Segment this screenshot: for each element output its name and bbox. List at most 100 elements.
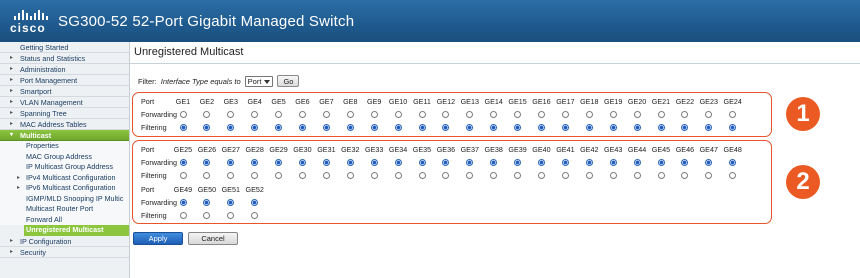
filtering-radio[interactable]	[585, 124, 593, 131]
port-name: GE14	[484, 97, 503, 106]
port-name: GE51	[221, 185, 240, 194]
forwarding-radio[interactable]	[633, 159, 641, 166]
filtering-radio[interactable]	[394, 124, 402, 131]
forwarding-radio[interactable]	[346, 111, 354, 118]
forwarding-radio[interactable]	[418, 159, 426, 166]
sidebar-item-label: MAC Group Address	[26, 151, 92, 161]
filtering-radio[interactable]	[394, 172, 402, 179]
forwarding-radio[interactable]	[609, 159, 617, 166]
forwarding-radio[interactable]	[370, 159, 378, 166]
sidebar-item-label: Forward All	[26, 214, 62, 224]
interface-type-select[interactable]: Port	[244, 75, 274, 87]
sidebar-item[interactable]: IGMP/MLD Snooping IP Multic	[0, 193, 129, 204]
forwarding-radio[interactable]	[346, 159, 354, 166]
sidebar-item[interactable]: Multicast Router Port	[0, 204, 129, 215]
apply-button[interactable]: Apply	[133, 232, 183, 245]
forwarding-radio[interactable]	[538, 111, 545, 118]
filtering-radio[interactable]	[179, 172, 187, 179]
triangle-right-icon: ▸	[10, 121, 14, 127]
filtering-radio[interactable]	[346, 172, 354, 179]
forwarding-radio[interactable]	[561, 159, 569, 166]
forwarding-radio[interactable]	[609, 111, 617, 118]
filtering-radio[interactable]	[538, 124, 545, 131]
filtering-radio[interactable]	[609, 172, 617, 179]
sidebar-item[interactable]: ▸ IP Configuration	[0, 235, 129, 247]
forwarding-radio[interactable]	[299, 159, 306, 166]
port-name: GE50	[197, 185, 217, 194]
sidebar-item-label: IP Multicast Group Address	[26, 162, 113, 171]
forwarding-radio[interactable]	[179, 159, 187, 166]
forwarding-radio[interactable]	[418, 111, 426, 118]
filtering-radio[interactable]	[561, 172, 569, 179]
forwarding-radio[interactable]	[322, 111, 330, 118]
sidebar-item[interactable]: ▸ Administration	[0, 64, 129, 75]
port-name: GE38	[484, 145, 503, 154]
filtering-radio[interactable]	[538, 172, 545, 179]
sidebar-item[interactable]: ▸ Security	[0, 246, 129, 258]
triangle-down-icon: ▾	[10, 132, 14, 138]
sidebar-item[interactable]: MAC Group Address	[0, 151, 129, 162]
sidebar-item[interactable]: ▸ VLAN Management	[0, 97, 129, 108]
forwarding-radio[interactable]	[538, 159, 545, 166]
sidebar-item-label: Port Management	[20, 76, 78, 85]
filtering-radio[interactable]	[179, 212, 187, 219]
filtering-radio[interactable]	[179, 124, 187, 131]
sidebar-item[interactable]: ▸ Port Management	[0, 75, 129, 86]
port-name: GE42	[580, 145, 599, 154]
port-name: GE22	[675, 97, 695, 106]
sidebar-item[interactable]: ▸ IPv4 Multicast Configuration	[0, 172, 129, 183]
forwarding-radio[interactable]	[657, 111, 665, 118]
triangle-right-icon: ▸	[10, 88, 14, 94]
triangle-right-icon: ▸	[10, 99, 14, 105]
sidebar-item[interactable]: ▾ Multicast	[0, 130, 129, 141]
go-button[interactable]: Go	[277, 75, 300, 87]
filtering-radio[interactable]	[299, 124, 306, 131]
filtering-radio[interactable]	[609, 124, 617, 131]
filtering-radio[interactable]	[633, 124, 641, 131]
filtering-radio[interactable]	[585, 172, 593, 179]
forwarding-radio[interactable]	[394, 159, 402, 166]
forwarding-radio[interactable]	[585, 111, 593, 118]
filtering-radio[interactable]	[370, 172, 378, 179]
filtering-radio[interactable]	[657, 124, 665, 131]
sidebar-item[interactable]: Unregistered Multicast	[24, 225, 129, 236]
forwarding-radio[interactable]	[394, 111, 402, 118]
cisco-logo: cisco	[10, 8, 52, 36]
forwarding-radio[interactable]	[179, 111, 187, 118]
filtering-radio[interactable]	[322, 172, 330, 179]
filtering-radio[interactable]	[418, 124, 426, 131]
sidebar-item[interactable]: ▸ Smartport	[0, 86, 129, 97]
triangle-right-icon: ▸	[10, 55, 14, 61]
filtering-radio[interactable]	[346, 124, 354, 131]
cancel-button[interactable]: Cancel	[188, 232, 238, 245]
sidebar-item[interactable]: ▸ Status and Statistics	[0, 53, 129, 64]
filtering-radio[interactable]	[561, 124, 569, 131]
port-name: GE20	[627, 97, 647, 106]
sidebar-item[interactable]: IP Multicast Group Address	[0, 162, 129, 173]
filtering-radio[interactable]	[299, 172, 306, 179]
sidebar-item-label: Properties	[26, 141, 59, 150]
forwarding-radio[interactable]	[561, 111, 569, 118]
sidebar-item[interactable]: Forward All	[0, 214, 129, 225]
port-name: GE32	[341, 145, 360, 154]
sidebar-item[interactable]: ▸ IPv6 Multicast Configuration	[0, 183, 129, 194]
forwarding-radio[interactable]	[633, 111, 641, 118]
filtering-radio[interactable]	[418, 172, 426, 179]
forwarding-radio[interactable]	[179, 199, 187, 206]
sidebar-item-label: Multicast	[20, 131, 52, 140]
forwarding-radio[interactable]	[370, 111, 378, 118]
port-name: GE6	[295, 97, 310, 106]
sidebar-item[interactable]: Properties	[0, 141, 129, 152]
forwarding-radio[interactable]	[657, 159, 665, 166]
forwarding-radio[interactable]	[322, 159, 330, 166]
filtering-radio[interactable]	[657, 172, 665, 179]
app-header: cisco SG300-52 52-Port Gigabit Managed S…	[0, 0, 860, 42]
sidebar-item[interactable]: ▸ Spanning Tree	[0, 108, 129, 119]
forwarding-radio[interactable]	[299, 111, 306, 118]
forwarding-radio[interactable]	[585, 159, 593, 166]
sidebar-item[interactable]: Getting Started	[0, 42, 129, 53]
filtering-radio[interactable]	[322, 124, 330, 131]
sidebar-item[interactable]: ▸ MAC Address Tables	[0, 119, 129, 130]
filtering-radio[interactable]	[633, 172, 641, 179]
filtering-radio[interactable]	[370, 124, 378, 131]
